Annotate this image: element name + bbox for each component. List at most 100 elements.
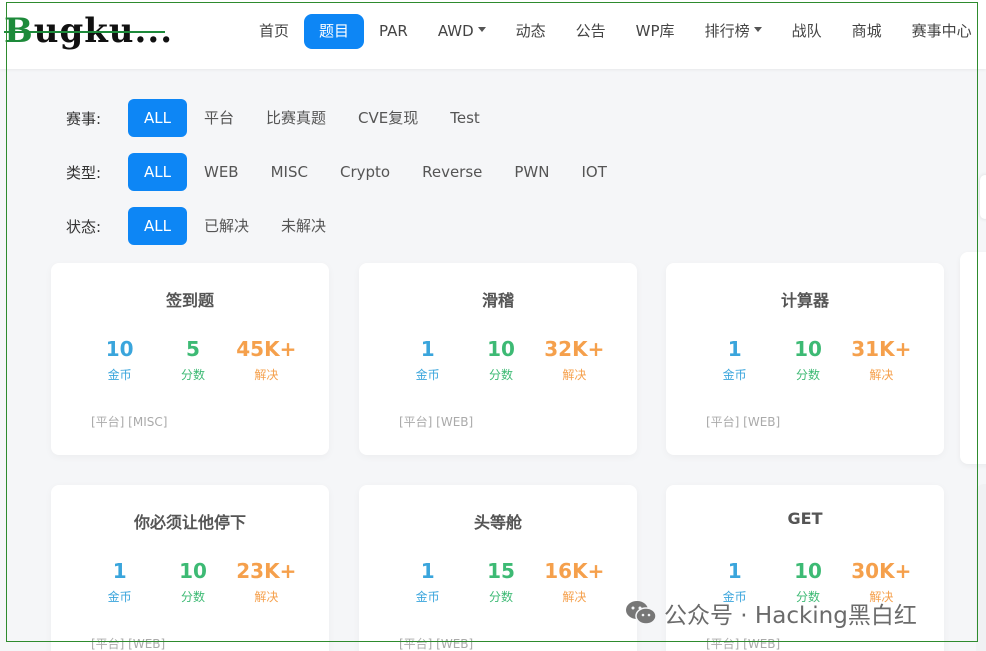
nav-item-1[interactable]: 题目 [304, 14, 365, 49]
challenge-card[interactable]: 计算器 1 金币 10 分数 31K+ 解决 [平台] [WEB] [666, 263, 944, 455]
filter-option-type[interactable]: ALL [128, 153, 187, 191]
challenge-card-partial[interactable] [976, 484, 986, 651]
challenge-stats: 1 金币 10 分数 23K+ 解决 [51, 559, 329, 604]
stat-points: 10 分数 [464, 337, 537, 382]
solved-value: 31K+ [851, 337, 912, 361]
coins-value: 1 [727, 559, 742, 583]
stat-solved: 23K+ 解决 [230, 559, 303, 604]
filter-option-event[interactable]: ALL [128, 99, 187, 137]
points-value: 5 [186, 337, 200, 361]
filter-option-event[interactable]: 平台 [189, 99, 249, 137]
filter-label: 类型: [66, 163, 102, 182]
nav-item-2[interactable]: PAR [364, 14, 423, 49]
challenge-card-partial[interactable] [960, 252, 986, 464]
challenge-title: 滑稽 [481, 291, 514, 310]
top-navbar: Bugku... 首页 题目 PAR AWD 动态 公告 WP库 排行榜 战队 商城 赛事中心 [0, 0, 986, 69]
nav-item-label: 公告 [575, 22, 606, 40]
watermark-text: 公众号 · Hacking黑白红 [664, 603, 917, 629]
stat-solved: 45K+ 解决 [230, 337, 303, 382]
nav-item-label: 题目 [319, 22, 350, 40]
filter-option-event[interactable]: 比赛真题 [251, 99, 341, 137]
nav-item-4[interactable]: 动态 [501, 14, 561, 49]
nav-item-10[interactable]: 赛事中心 [897, 14, 986, 49]
challenge-tags: [平台] [WEB] [91, 637, 166, 651]
stat-points: 10 分数 [771, 337, 844, 382]
stat-coins: 1 金币 [698, 337, 771, 382]
challenge-stats: 1 金币 15 分数 16K+ 解决 [359, 559, 637, 604]
filter-option-event[interactable]: Test [435, 99, 495, 137]
filter-option-type[interactable]: MISC [256, 153, 323, 191]
nav-item-8[interactable]: 战队 [777, 14, 837, 49]
coins-value: 1 [420, 559, 435, 583]
stat-coins: 1 金币 [391, 559, 464, 604]
filter-option-type[interactable]: Crypto [325, 153, 405, 191]
nav-item-label: 排行榜 [704, 22, 750, 40]
filter-option-status[interactable]: ALL [128, 207, 187, 245]
filter-panel: 赛事: ALL 平台 比赛真题 CVE复现 Test 类型: ALL WEB MISC Crypt… [66, 99, 624, 261]
challenge-tags: [平台] [WEB] [399, 415, 474, 429]
filter-option-status[interactable]: 未解决 [266, 207, 341, 245]
solved-label: 解决 [869, 368, 894, 382]
nav-item-3[interactable]: AWD [423, 14, 501, 49]
points-label: 分数 [488, 368, 513, 382]
filter-label: 状态: [66, 217, 102, 236]
solved-label: 解决 [254, 368, 279, 382]
stat-coins: 1 金币 [83, 559, 156, 604]
filter-status: 状态: ALL 已解决 未解决 [66, 207, 624, 245]
challenge-title: 签到题 [165, 291, 214, 310]
challenge-stats: 10 金币 5 分数 45K+ 解决 [51, 337, 329, 382]
points-value: 10 [179, 559, 207, 583]
stat-solved: 31K+ 解决 [845, 337, 918, 382]
points-value: 15 [487, 559, 515, 583]
filter-option-type[interactable]: Reverse [407, 153, 497, 191]
nav-item-6[interactable]: WP库 [621, 14, 690, 49]
points-value: 10 [794, 337, 822, 361]
solved-label: 解决 [562, 590, 587, 604]
nav-item-label: 赛事中心 [911, 22, 972, 40]
coins-label: 金币 [107, 368, 132, 382]
challenge-card[interactable]: 滑稽 1 金币 10 分数 32K+ 解决 [平台] [WEB] [359, 263, 637, 455]
nav-item-label: AWD [437, 22, 474, 40]
bugku-logo[interactable]: Bugku... [4, 8, 173, 54]
solved-label: 解决 [254, 590, 279, 604]
coins-label: 金币 [415, 590, 440, 604]
coins-label: 金币 [107, 590, 132, 604]
coins-value: 1 [112, 559, 127, 583]
stat-points: 5 分数 [156, 337, 229, 382]
challenge-tags: [平台] [WEB] [706, 637, 781, 651]
filter-option-type[interactable]: WEB [189, 153, 254, 191]
solved-label: 解决 [562, 368, 587, 382]
solved-value: 23K+ [236, 559, 297, 583]
wechat-watermark: 公众号 · Hacking黑白红 [624, 596, 917, 630]
solved-value: 45K+ [236, 337, 297, 361]
filter-label: 赛事: [66, 109, 102, 128]
challenge-card[interactable]: 头等舱 1 金币 15 分数 16K+ 解决 [平台] [WEB] [359, 485, 637, 651]
nav-item-9[interactable]: 商城 [837, 14, 897, 49]
challenge-title: GET [787, 509, 823, 528]
challenge-tags: [平台] [MISC] [91, 415, 168, 429]
nav-item-label: WP库 [635, 22, 675, 40]
stat-solved: 32K+ 解决 [538, 337, 611, 382]
challenge-title: 你必须让他停下 [133, 513, 246, 532]
nav-item-7[interactable]: 排行榜 [690, 14, 777, 49]
challenge-card[interactable]: 签到题 10 金币 5 分数 45K+ 解决 [平台] [MISC] [51, 263, 329, 455]
coins-value: 1 [727, 337, 742, 361]
filter-option-type[interactable]: IOT [567, 153, 622, 191]
challenge-title: 计算器 [780, 291, 829, 310]
challenge-card[interactable]: 你必须让他停下 1 金币 10 分数 23K+ 解决 [平台] [WEB] [51, 485, 329, 651]
nav-item-label: PAR [379, 22, 408, 40]
challenge-title: 头等舱 [473, 513, 522, 532]
filter-type: 类型: ALL WEB MISC Crypto Reverse PWN IOT [66, 153, 624, 191]
points-label: 分数 [180, 590, 205, 604]
filter-option-type[interactable]: PWN [499, 153, 564, 191]
nav-item-5[interactable]: 公告 [561, 14, 621, 49]
nav-item-0[interactable]: 首页 [244, 14, 304, 49]
challenge-tags: [平台] [WEB] [706, 415, 781, 429]
filter-option-status[interactable]: 已解决 [189, 207, 264, 245]
coins-label: 金币 [415, 368, 440, 382]
main-nav: 首页 题目 PAR AWD 动态 公告 WP库 排行榜 战队 商城 赛事中心 [244, 14, 986, 49]
stat-solved: 16K+ 解决 [538, 559, 611, 604]
side-drawer-handle[interactable] [980, 175, 986, 219]
nav-item-label: 战队 [791, 22, 822, 40]
filter-option-event[interactable]: CVE复现 [343, 99, 433, 137]
